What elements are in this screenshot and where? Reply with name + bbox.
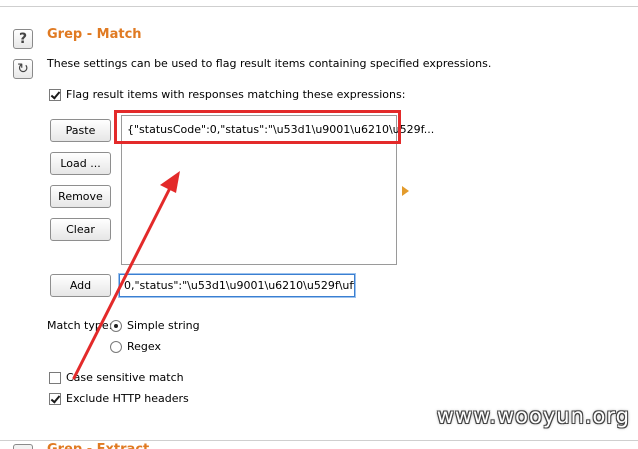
annotation-arrow (72, 171, 180, 380)
grep-match-panel: ? ↻ Grep - Match These settings can be u… (0, 0, 638, 449)
next-section-help-icon[interactable] (13, 444, 33, 449)
next-section-title: Grep - Extract (47, 442, 149, 449)
watermark-text: www.wooyun.org (436, 404, 630, 428)
bottom-divider (0, 440, 638, 441)
